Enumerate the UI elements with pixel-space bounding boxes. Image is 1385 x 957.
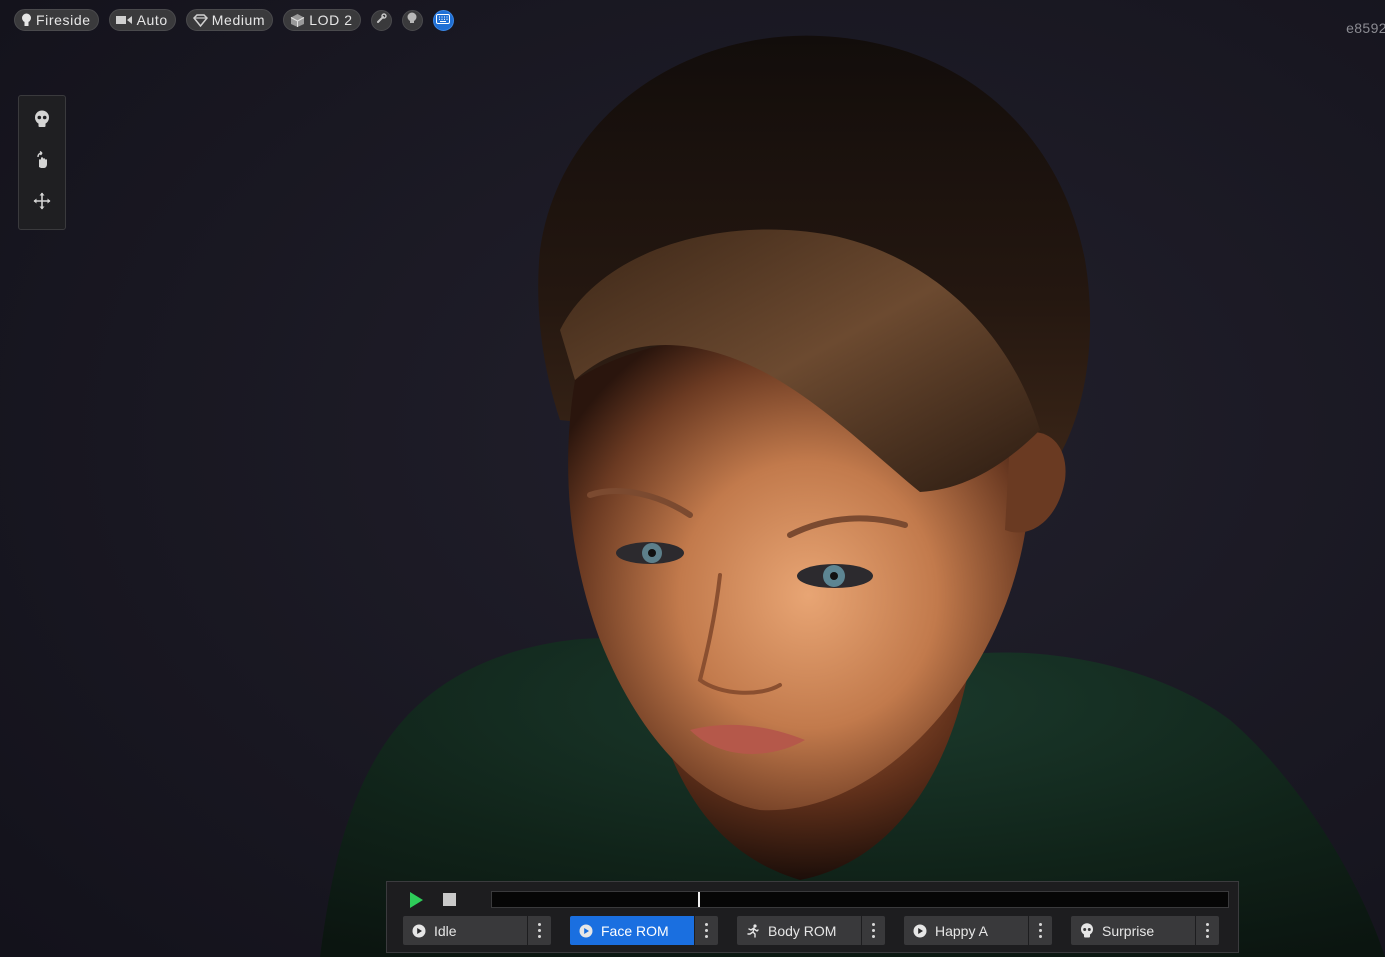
clip-button[interactable]: Face ROM — [570, 916, 694, 945]
clip-label: Idle — [434, 922, 457, 939]
keyboard-button[interactable] — [432, 9, 454, 31]
clip-label: Body ROM — [768, 922, 837, 939]
viewport-toolbar: Fireside Auto Medium LOD 2 — [14, 8, 454, 32]
clip-options-button[interactable] — [528, 916, 551, 945]
clip-happy-a[interactable]: Happy A — [904, 916, 1052, 945]
clip-button[interactable]: Idle — [403, 916, 527, 945]
quality-label: Medium — [211, 12, 266, 28]
skull-icon — [34, 110, 50, 133]
lod-dropdown[interactable]: LOD 2 — [283, 9, 361, 31]
rotate-tool-button[interactable] — [27, 148, 57, 178]
session-id-label: e8592 — [1346, 20, 1385, 36]
animation-clip-list: Idle Face ROM Body ROM Happy A Surprise — [403, 916, 1219, 945]
clip-options-button[interactable] — [1196, 916, 1219, 945]
rotate-hand-icon — [33, 150, 51, 174]
lighting-preset-label: Fireside — [36, 12, 91, 28]
lighting-preset-dropdown[interactable]: Fireside — [14, 9, 99, 31]
clip-button[interactable]: Body ROM — [737, 916, 861, 945]
clip-surprise[interactable]: Surprise — [1071, 916, 1219, 945]
face-tool-button[interactable] — [27, 107, 57, 137]
timeline-scrubber[interactable] — [491, 891, 1229, 908]
head-view-button[interactable] — [401, 9, 423, 31]
viewport-character-render — [0, 0, 1385, 957]
move-icon — [33, 192, 51, 215]
cube-icon — [290, 13, 305, 28]
clip-options-button[interactable] — [862, 916, 885, 945]
kebab-menu-icon — [538, 923, 541, 938]
kebab-menu-icon — [1039, 923, 1042, 938]
clip-body-rom[interactable]: Body ROM — [737, 916, 885, 945]
quality-dropdown[interactable]: Medium — [185, 9, 274, 31]
clip-options-button[interactable] — [1029, 916, 1052, 945]
clip-idle[interactable]: Idle — [403, 916, 551, 945]
clip-face-rom[interactable]: Face ROM — [570, 916, 718, 945]
stop-button[interactable] — [443, 893, 456, 906]
wrench-icon — [376, 11, 387, 29]
clip-label: Happy A — [935, 922, 988, 939]
move-tool-button[interactable] — [27, 188, 57, 218]
play-icon — [407, 892, 425, 913]
clip-label: Surprise — [1102, 922, 1155, 939]
kebab-menu-icon — [872, 923, 875, 938]
play-circle-icon — [913, 924, 927, 938]
clip-label: Face ROM — [601, 922, 669, 939]
skull-icon — [1080, 923, 1094, 938]
lightbulb-icon — [21, 13, 32, 27]
kebab-menu-icon — [1206, 923, 1209, 938]
play-circle-icon — [579, 924, 593, 938]
play-circle-icon — [412, 924, 426, 938]
head-icon — [406, 11, 418, 29]
wrench-button[interactable] — [370, 9, 392, 31]
tool-palette — [18, 95, 66, 230]
camera-mode-label: Auto — [136, 12, 168, 28]
running-figure-icon — [746, 923, 760, 938]
clip-button[interactable]: Surprise — [1071, 916, 1195, 945]
play-button[interactable] — [407, 891, 425, 909]
animation-player-panel: Idle Face ROM Body ROM Happy A Surprise — [386, 881, 1239, 953]
clip-options-button[interactable] — [695, 916, 718, 945]
camera-icon — [115, 14, 133, 26]
kebab-menu-icon — [705, 923, 708, 938]
lod-label: LOD 2 — [309, 12, 353, 28]
clip-button[interactable]: Happy A — [904, 916, 1028, 945]
camera-mode-dropdown[interactable]: Auto — [108, 9, 176, 31]
diamond-icon — [192, 13, 208, 27]
timeline-playhead[interactable] — [698, 892, 700, 907]
keyboard-icon — [436, 11, 451, 29]
